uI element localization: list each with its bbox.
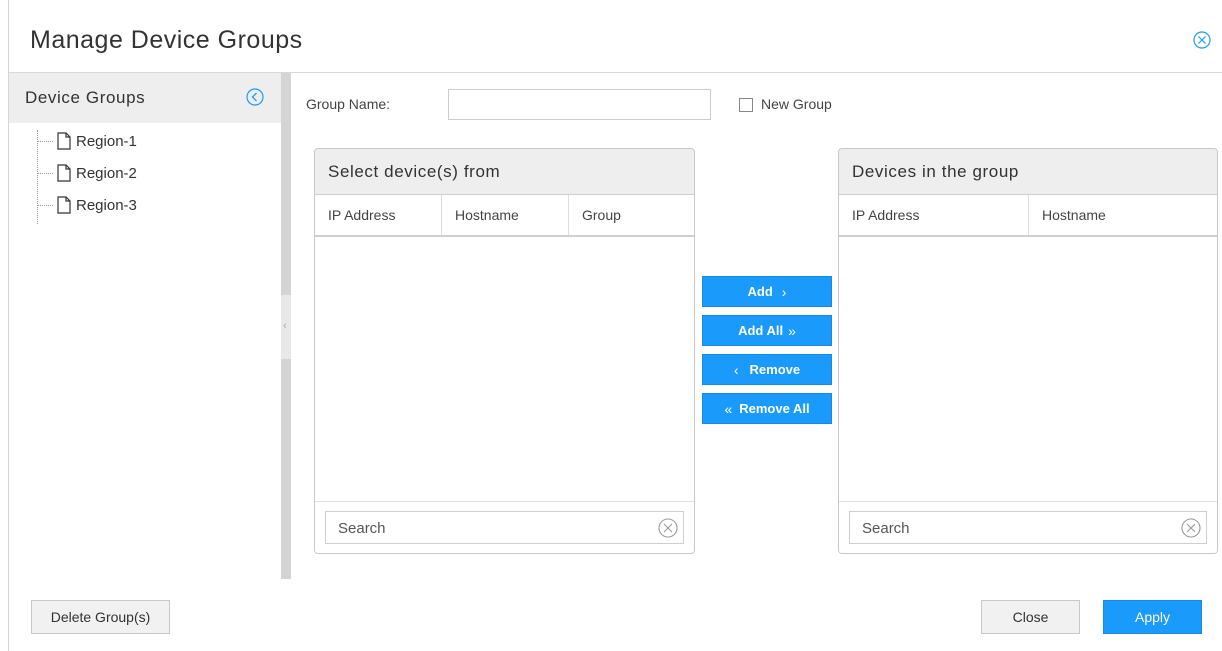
add-all-button[interactable]: Add All » [702,315,832,346]
delete-groups-button[interactable]: Delete Group(s) [31,600,170,634]
remove-all-button[interactable]: « Remove All [702,393,832,424]
document-icon [57,196,71,214]
tree-item-region-1[interactable]: Region-1 [9,125,281,157]
tree-item-region-2[interactable]: Region-2 [9,157,281,189]
source-grid-title: Select device(s) from [315,149,694,195]
group-editor: Group Name: New Group Select device(s) f… [291,73,1222,579]
close-dialog-icon[interactable] [1192,30,1212,50]
target-search-input[interactable]: Search [849,511,1207,544]
add-button[interactable]: Add › [702,276,832,307]
dialog-header: Manage Device Groups [9,0,1222,73]
group-name-label: Group Name: [306,96,391,112]
device-groups-panel: Device Groups Region-1 Region-2 Region-3 [9,73,281,579]
remove-label: Remove [749,362,801,377]
source-grid-header: IP Address Hostname Group [315,195,694,237]
apply-button[interactable]: Apply [1103,600,1202,634]
target-grid-header: IP Address Hostname [839,195,1217,237]
target-grid-footer: Search [839,501,1217,553]
tree-item-label: Region-3 [76,196,137,214]
new-group-label: New Group [761,96,832,112]
source-search-input[interactable]: Search [325,511,684,544]
double-chevron-right-icon: » [788,322,796,339]
device-groups-header: Device Groups [9,73,281,123]
search-placeholder: Search [338,520,386,537]
source-grid-footer: Search [315,501,694,553]
new-group-checkbox[interactable] [739,98,753,112]
target-grid-body[interactable] [839,239,1217,501]
clear-search-icon[interactable] [657,517,679,539]
column-ip-address[interactable]: IP Address [315,195,442,235]
chevron-right-icon: › [781,283,787,300]
column-hostname[interactable]: Hostname [1029,195,1217,235]
double-chevron-left-icon: « [724,400,733,417]
target-grid-title: Devices in the group [839,149,1217,195]
tree-branch [37,204,53,206]
search-placeholder: Search [862,520,910,537]
source-devices-grid: Select device(s) from IP Address Hostnam… [314,148,695,554]
splitter-arrow-icon: ‹ [283,320,287,332]
manage-device-groups-dialog: Manage Device Groups Device Groups Regio… [8,0,1222,651]
tree-item-region-3[interactable]: Region-3 [9,189,281,221]
clear-search-icon[interactable] [1180,517,1202,539]
tree-branch [37,140,53,142]
dialog-title: Manage Device Groups [30,26,303,54]
source-grid-body[interactable] [315,239,694,501]
remove-all-label: Remove All [739,401,810,416]
collapse-panel-icon[interactable] [245,87,265,107]
add-label: Add [747,284,773,299]
dialog-body: Device Groups Region-1 Region-2 Region-3… [9,73,1222,579]
close-button[interactable]: Close [981,600,1080,634]
device-groups-tree: Region-1 Region-2 Region-3 [9,125,281,224]
chevron-left-icon: ‹ [733,361,739,378]
column-ip-address[interactable]: IP Address [839,195,1029,235]
column-group[interactable]: Group [569,195,694,235]
tree-branch [37,172,53,174]
document-icon [57,164,71,182]
add-all-label: Add All [738,323,784,338]
tree-item-label: Region-1 [76,132,137,150]
device-groups-title: Device Groups [25,88,146,107]
column-hostname[interactable]: Hostname [442,195,569,235]
tree-item-label: Region-2 [76,164,137,182]
document-icon [57,132,71,150]
group-name-input[interactable] [448,89,711,120]
group-devices-grid: Devices in the group IP Address Hostname… [838,148,1218,554]
remove-button[interactable]: ‹ Remove [702,354,832,385]
